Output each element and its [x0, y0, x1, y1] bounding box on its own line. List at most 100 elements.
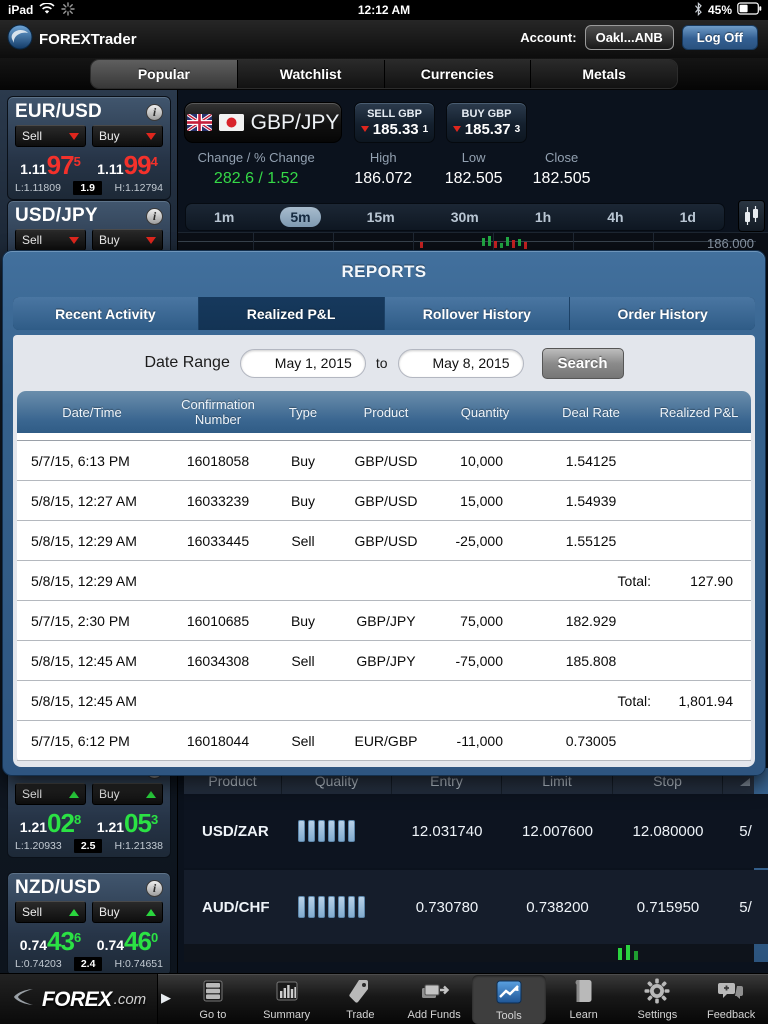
- stat-high: High186.072: [334, 150, 432, 188]
- order-row-usd-zar[interactable]: USD/ZAR 12.03174012.007600 12.0800005/: [184, 794, 768, 868]
- col-header-confirmation-number[interactable]: Confirmation Number: [167, 397, 269, 427]
- up-arrow-icon: [69, 791, 79, 798]
- goto-icon: [199, 977, 227, 1010]
- toolbar-settings[interactable]: Settings: [621, 974, 695, 1024]
- buy-price-button[interactable]: BUY GBP 185.373: [446, 102, 527, 143]
- tab-popular[interactable]: Popular: [91, 60, 238, 88]
- pair-title: EUR/USD: [15, 101, 102, 123]
- buy-button[interactable]: Buy: [92, 125, 163, 147]
- forex-com-logo: FOREX .com: [0, 974, 158, 1024]
- buy-button[interactable]: Buy: [92, 783, 163, 805]
- spread-badge: 2.4: [74, 957, 103, 971]
- forex-swoosh-icon: [11, 987, 37, 1012]
- quality-bars: [282, 820, 392, 842]
- top-tabs-row: PopularWatchlistCurrenciesMetals: [0, 58, 768, 90]
- low-value: L:0.74203: [15, 958, 62, 970]
- timeframe-30m[interactable]: 30m: [441, 207, 489, 227]
- buy-button[interactable]: Buy: [92, 229, 163, 251]
- report-tab-order-history[interactable]: Order History: [570, 297, 755, 330]
- toolbar-label: Go to: [199, 1009, 226, 1021]
- toolbar-learn[interactable]: Learn: [547, 974, 621, 1024]
- report-row[interactable]: 5/8/15, 12:29 AM16033445 SellGBP/USD -25…: [17, 521, 751, 561]
- timeframe-15m[interactable]: 15m: [357, 207, 405, 227]
- info-icon[interactable]: i: [146, 880, 163, 897]
- col-header-date-time[interactable]: Date/Time: [17, 405, 167, 420]
- col-header-type[interactable]: Type: [269, 405, 337, 420]
- down-arrow-icon: [69, 133, 79, 140]
- timeframe-1m[interactable]: 1m: [204, 207, 244, 227]
- search-button[interactable]: Search: [542, 348, 624, 379]
- sell-button[interactable]: Sell: [15, 125, 86, 147]
- timeframe-5m[interactable]: 5m: [280, 207, 320, 227]
- tab-metals[interactable]: Metals: [531, 60, 677, 88]
- down-arrow-icon: [146, 133, 156, 140]
- bottom-chart-sliver: [184, 944, 768, 962]
- col-header-deal-rate[interactable]: Deal Rate: [535, 405, 647, 420]
- down-arrow-icon: [69, 237, 79, 244]
- toolbar-trade[interactable]: Trade: [324, 974, 398, 1024]
- col-header-product[interactable]: Product: [337, 405, 435, 420]
- toolbar-label: Settings: [638, 1009, 678, 1021]
- toolbar-label: Tools: [496, 1010, 522, 1022]
- toolbar-tools[interactable]: Tools: [472, 975, 546, 1024]
- date-from-input[interactable]: May 1, 2015: [240, 349, 366, 378]
- sell-price-pip: 1: [423, 124, 429, 135]
- sell-button[interactable]: Sell: [15, 229, 86, 251]
- report-tab-recent-activity[interactable]: Recent Activity: [13, 297, 199, 330]
- order-row-aud-chf[interactable]: AUD/CHF 0.7307800.738200 0.7159505/: [184, 870, 768, 944]
- reports-tabs: Recent ActivityRealized P&LRollover Hist…: [13, 297, 755, 330]
- report-row[interactable]: 5/7/15, 2:30 PM16010685 BuyGBP/JPY 75,00…: [17, 601, 751, 641]
- pair-selector-button[interactable]: GBP/JPY: [184, 102, 342, 143]
- chart-type-button[interactable]: [738, 200, 765, 232]
- date-to-input[interactable]: May 8, 2015: [398, 349, 524, 378]
- timeframe-1d[interactable]: 1d: [670, 207, 706, 227]
- pair-title: USD/JPY: [15, 205, 98, 227]
- toolbar-go-to[interactable]: Go to: [176, 974, 250, 1024]
- sell-price-button[interactable]: SELL GBP 185.331: [354, 102, 435, 143]
- bottom-toolbar: FOREX .com ▶ Go to Summary Trade Add Fun…: [0, 973, 768, 1024]
- report-row[interactable]: 5/8/15, 12:45 AM16034308 SellGBP/JPY -75…: [17, 641, 751, 681]
- buy-button[interactable]: Buy: [92, 901, 163, 923]
- price-chart[interactable]: 186.000: [178, 232, 768, 250]
- toolbar-feedback[interactable]: Feedback: [694, 974, 768, 1024]
- sell-button[interactable]: Sell: [15, 783, 86, 805]
- sell-button[interactable]: Sell: [15, 901, 86, 923]
- quote-card-eur-usd[interactable]: EUR/USD i Sell Buy 1.11975 1.11994 L:1.1…: [7, 96, 171, 200]
- report-total-row: 5/8/15, 12:29 AM Total:127.90: [17, 561, 751, 601]
- quote-card-nzd-usd[interactable]: NZD/USD i Sell Buy 0.74436 0.74460 L:0.7…: [7, 872, 171, 976]
- timeframe-4h[interactable]: 4h: [597, 207, 633, 227]
- report-tab-rollover-history[interactable]: Rollover History: [385, 297, 571, 330]
- toolbar-summary[interactable]: Summary: [250, 974, 324, 1024]
- report-total-row: 5/8/15, 12:45 AM Total:1,801.94: [17, 681, 751, 721]
- spread-badge: 2.5: [74, 839, 103, 853]
- col-header-realized-p-l[interactable]: Realized P&L: [647, 405, 751, 420]
- report-row[interactable]: 5/7/15, 6:12 PM16018044 SellEUR/GBP -11,…: [17, 721, 751, 761]
- bluetooth-icon: [694, 2, 703, 19]
- sell-price: 1.21028: [15, 806, 86, 836]
- col-header-quantity[interactable]: Quantity: [435, 405, 535, 420]
- quote-stats: Change / % Change282.6 / 1.52 High186.07…: [178, 150, 608, 188]
- down-tick-icon: [453, 126, 461, 132]
- toolbar-expand-arrow[interactable]: ▶: [161, 990, 171, 1006]
- status-bar: iPad 12:12 AM 45%: [0, 0, 768, 20]
- info-icon[interactable]: i: [146, 208, 163, 225]
- down-tick-icon: [361, 126, 369, 132]
- timeframe-1h[interactable]: 1h: [525, 207, 561, 227]
- tab-watchlist[interactable]: Watchlist: [238, 60, 385, 88]
- report-tab-realized-p-l[interactable]: Realized P&L: [199, 297, 385, 330]
- tab-currencies[interactable]: Currencies: [385, 60, 532, 88]
- toolbar-add-funds[interactable]: Add Funds: [397, 974, 471, 1024]
- logoff-button[interactable]: Log Off: [682, 25, 758, 50]
- pair-name: GBP/JPY: [251, 111, 340, 135]
- info-icon[interactable]: i: [146, 104, 163, 121]
- report-row[interactable]: 5/7/15, 6:13 PM16018058 BuyGBP/USD 10,00…: [17, 441, 751, 481]
- feedback-icon: [716, 977, 746, 1010]
- low-value: L:1.11809: [15, 182, 61, 194]
- sell-price: 0.74436: [15, 924, 86, 954]
- timeframe-bar: 1m 5m 15m 30m 1h 4h 1d: [185, 203, 725, 231]
- buy-price: 185.37: [465, 121, 511, 138]
- report-row[interactable]: 5/8/15, 12:27 AM16033239 BuyGBP/USD 15,0…: [17, 481, 751, 521]
- date-range-label: Date Range: [144, 354, 229, 372]
- account-button[interactable]: Oakl...ANB: [585, 25, 674, 50]
- buy-label: BUY GBP: [462, 108, 512, 120]
